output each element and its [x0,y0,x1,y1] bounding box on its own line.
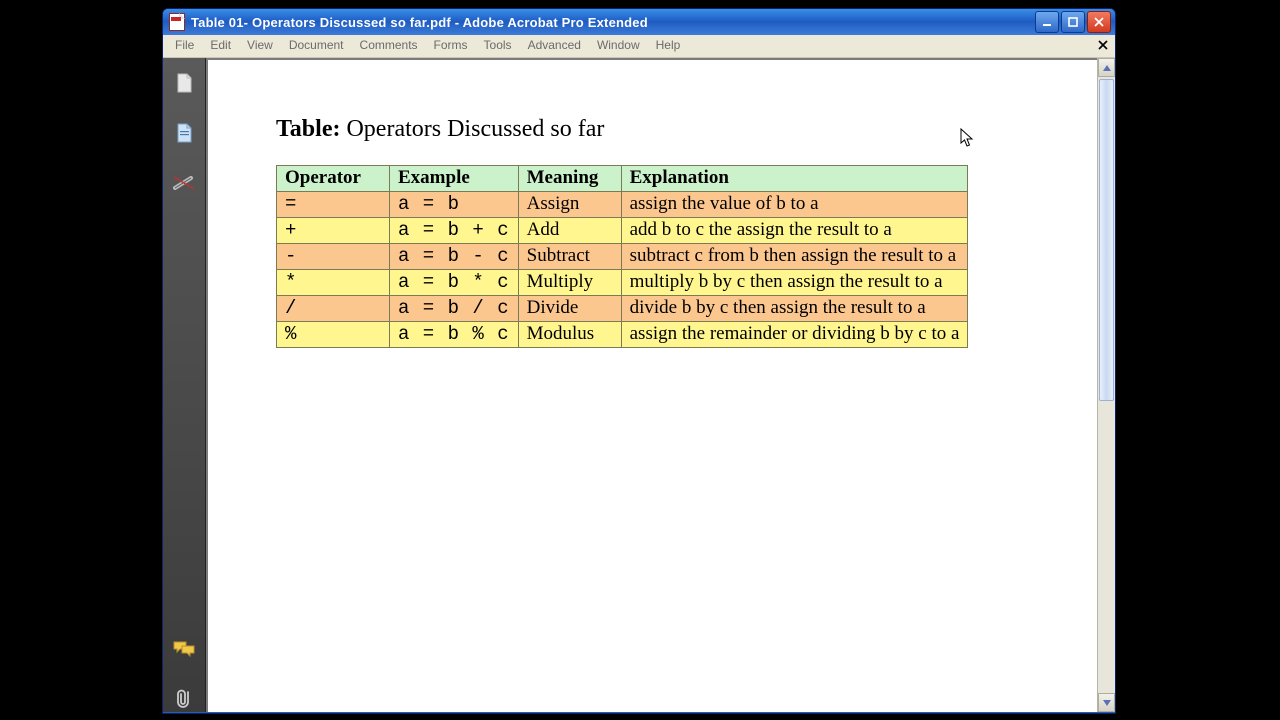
operators-table: Operator Example Meaning Explanation = a… [276,165,968,348]
pages-panel-icon[interactable] [171,70,197,96]
title-bar[interactable]: Table 01- Operators Discussed so far.pdf… [163,9,1115,35]
app-body: Table: Operators Discussed so far Operat… [163,58,1115,712]
document-close-icon[interactable] [1095,37,1111,53]
signatures-panel-icon[interactable] [171,170,197,196]
table-row: + a = b + c Add add b to c the assign th… [277,218,968,244]
minimize-button[interactable] [1035,11,1059,33]
doc-heading-rest: Operators Discussed so far [340,116,604,142]
scroll-thumb[interactable] [1099,79,1114,401]
table-row: * a = b * c Multiply multiply b by c the… [277,270,968,296]
maximize-button[interactable] [1061,11,1085,33]
menu-tools[interactable]: Tools [476,35,520,57]
table-row: = a = b Assign assign the value of b to … [277,192,968,218]
menu-forms[interactable]: Forms [426,35,476,57]
menu-window[interactable]: Window [589,35,648,57]
table-row: - a = b - c Subtract subtract c from b t… [277,244,968,270]
scroll-track[interactable] [1098,77,1115,693]
menu-view[interactable]: View [239,35,281,57]
menu-advanced[interactable]: Advanced [520,35,589,57]
window-title: Table 01- Operators Discussed so far.pdf… [191,15,1033,30]
doc-heading-bold: Table: [276,116,340,142]
menu-help[interactable]: Help [648,35,689,57]
bookmarks-panel-icon[interactable] [171,120,197,146]
app-window: Table 01- Operators Discussed so far.pdf… [162,8,1116,714]
col-operator: Operator [277,166,390,192]
comments-panel-icon[interactable] [171,636,197,662]
col-explanation: Explanation [621,166,968,192]
scroll-down-button[interactable] [1098,693,1115,712]
pdf-page[interactable]: Table: Operators Discussed so far Operat… [208,60,1097,712]
table-row: % a = b % c Modulus assign the remainder… [277,322,968,348]
menu-document[interactable]: Document [281,35,352,57]
menu-file[interactable]: File [167,35,202,57]
scroll-up-button[interactable] [1098,58,1115,77]
pdf-file-icon [169,13,185,31]
navigation-pane [163,58,206,712]
page-area: Table: Operators Discussed so far Operat… [206,58,1115,712]
col-example: Example [390,166,519,192]
col-meaning: Meaning [518,166,621,192]
menu-edit[interactable]: Edit [202,35,239,57]
menu-comments[interactable]: Comments [352,35,426,57]
table-header-row: Operator Example Meaning Explanation [277,166,968,192]
vertical-scrollbar[interactable] [1097,58,1115,712]
menu-bar: File Edit View Document Comments Forms T… [163,35,1115,58]
doc-heading: Table: Operators Discussed so far [276,116,1097,143]
table-row: / a = b / c Divide divide b by c then as… [277,296,968,322]
close-button[interactable] [1087,11,1111,33]
attachments-panel-icon[interactable] [171,686,197,712]
